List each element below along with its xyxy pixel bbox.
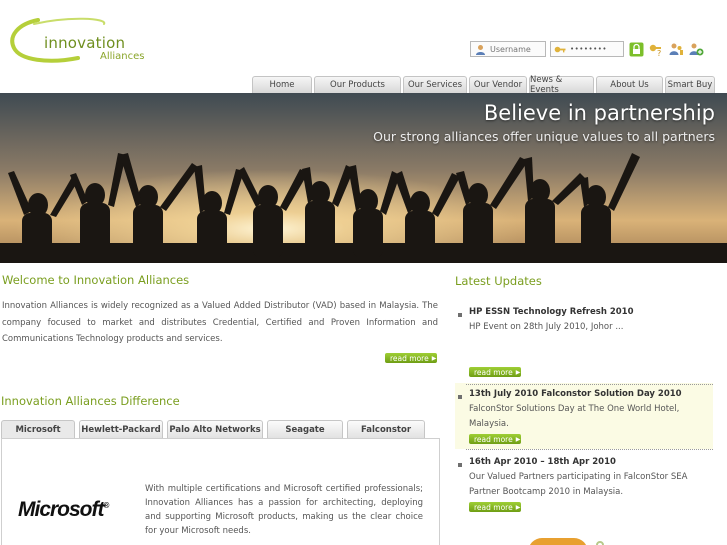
read-more-label: read more [474, 502, 513, 512]
hero-subtitle: Our strong alliances offer unique values… [373, 129, 715, 144]
bullet-icon [458, 395, 462, 399]
nav-tab-about[interactable]: About Us [596, 76, 663, 93]
update-read-more-button[interactable]: read more ▶ [469, 434, 521, 444]
logo-sub-text: Alliances [100, 51, 145, 62]
update-title[interactable]: HP ESSN Technology Refresh 2010 [469, 307, 634, 317]
update-title[interactable]: 13th July 2010 Falconstor Solution Day 2… [469, 389, 682, 399]
arrow-right-icon: ▶ [431, 354, 437, 362]
update-title[interactable]: 16th Apr 2010 – 18th Apr 2010 [469, 457, 616, 467]
nav-tab-news[interactable]: News & Events [529, 75, 594, 95]
help-key-icon[interactable]: ? [648, 41, 664, 57]
microsoft-logo: Microsoft® [18, 498, 110, 522]
decorative-ring [596, 541, 604, 545]
logo-main-text: innovation [44, 34, 126, 52]
svg-text:?: ? [657, 49, 661, 57]
bullet-icon [458, 463, 462, 467]
update-desc: Our Valued Partners participating in Fal… [469, 472, 688, 497]
update-divider [466, 384, 713, 385]
update-read-more-button[interactable]: read more ▶ [469, 502, 521, 512]
update-item: HP ESSN Technology Refresh 2010 HP Event… [455, 307, 713, 367]
hero-title: Believe in partnership [483, 101, 715, 125]
tab-seagate[interactable]: Seagate [267, 420, 343, 438]
microsoft-logo-text: Microsoft [18, 498, 104, 521]
tab-microsoft[interactable]: Microsoft [1, 420, 75, 438]
microsoft-description: With multiple certifications and Microso… [145, 484, 423, 536]
password-input[interactable]: •••••••• [570, 45, 607, 53]
decorative-shape [528, 538, 588, 545]
read-more-label: read more [390, 353, 429, 363]
nav-tab-services[interactable]: Our Services [403, 76, 467, 93]
nav-tab-home[interactable]: Home [252, 76, 312, 93]
hero-banner: Believe in partnership Our strong allian… [0, 93, 727, 263]
update-read-more-button[interactable]: read more ▶ [469, 367, 521, 377]
password-field[interactable]: •••••••• [550, 41, 624, 57]
arrow-right-icon: ▶ [515, 503, 521, 511]
lock-icon[interactable] [628, 41, 644, 57]
tab-falconstor[interactable]: Falconstor [347, 420, 425, 438]
updates-title: Latest Updates [455, 274, 542, 288]
update-desc: HP Event on 28th July 2010, Johor ... [469, 322, 624, 332]
difference-title: Innovation Alliances Difference [1, 394, 180, 408]
welcome-title: Welcome to Innovation Alliances [2, 273, 190, 287]
logo[interactable]: innovation Alliances [8, 14, 168, 66]
arrow-right-icon: ▶ [515, 435, 521, 443]
welcome-text: Innovation Alliances is widely recognize… [2, 301, 438, 344]
main-nav: Home Our Products Our Services Our Vendo… [252, 75, 715, 95]
key-icon [553, 42, 567, 56]
update-desc: FalconStor Solutions Day at The One Worl… [469, 404, 680, 429]
welcome-read-more-button[interactable]: read more ▶ [385, 353, 437, 363]
nav-tab-smart-buy[interactable]: Smart Buy [665, 76, 715, 93]
read-more-label: read more [474, 434, 513, 444]
tab-hewlett-packard[interactable]: Hewlett-Packard [79, 420, 163, 438]
update-item: 16th Apr 2010 – 18th Apr 2010 Our Valued… [455, 457, 713, 502]
username-input[interactable] [490, 44, 544, 54]
tab-palo-alto-networks[interactable]: Palo Alto Networks [167, 420, 263, 438]
arrow-right-icon: ▶ [515, 368, 521, 376]
login-bar: •••••••• ? [470, 40, 704, 58]
read-more-label: read more [474, 367, 513, 377]
user-icon [473, 42, 487, 56]
nav-tab-products[interactable]: Our Products [314, 76, 401, 93]
registered-mark: ® [103, 501, 110, 510]
add-user-icon[interactable] [688, 41, 704, 57]
nav-tab-vendor[interactable]: Our Vendor [469, 76, 527, 93]
update-divider [466, 449, 713, 450]
update-item: 13th July 2010 Falconstor Solution Day 2… [455, 389, 713, 434]
difference-tabs: Microsoft Hewlett-Packard Palo Alto Netw… [1, 420, 429, 438]
bullet-icon [458, 313, 462, 317]
users-icon[interactable] [668, 41, 684, 57]
username-field[interactable] [470, 41, 546, 57]
